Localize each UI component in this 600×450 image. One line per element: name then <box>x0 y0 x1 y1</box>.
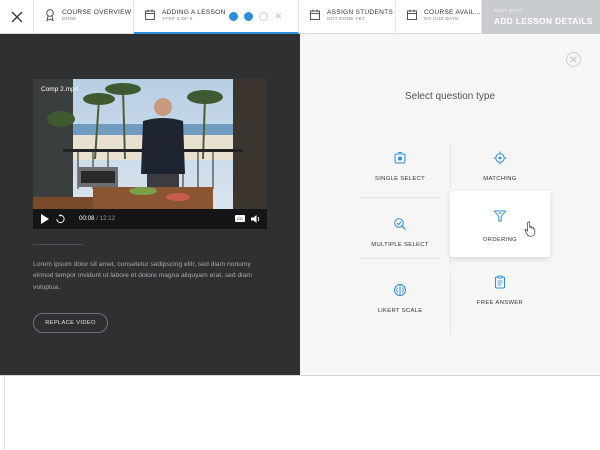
close-icon <box>11 11 22 23</box>
clipboard-icon <box>495 275 505 289</box>
video-title: Comp 2.mp4 <box>41 86 79 93</box>
step-subtitle: STEP 2 OF 6 <box>162 17 193 22</box>
video-player[interactable]: Comp 2.mp4 00:08 / 12:12 CC <box>33 79 267 229</box>
step-course-overview[interactable]: COURSE OVERVIEW DONE <box>34 0 134 34</box>
current-time: 00:08 <box>79 215 95 222</box>
next-step-label: ADD LESSON DETAILS <box>494 16 593 26</box>
progress-dots: ✕ <box>229 12 283 21</box>
hand-cursor-icon <box>524 221 536 237</box>
close-icon <box>570 56 577 63</box>
step-title: COURSE AVAIL... <box>424 9 481 16</box>
calendar-icon <box>310 9 320 20</box>
option-label: FREE ANSWER <box>476 300 524 306</box>
progress-dot-filled <box>244 12 253 21</box>
close-wizard-button[interactable] <box>0 0 34 34</box>
option-label: MULTIPLE SELECT <box>371 242 429 248</box>
next-step-button[interactable]: NEXT STEP ADD LESSON DETAILS <box>482 0 600 34</box>
question-type-panel: Select question type SINGLE SELECT MATCH… <box>300 34 600 375</box>
close-icon[interactable]: ✕ <box>274 12 283 21</box>
step-assign-students[interactable]: ASSIGN STUDENTS NOT DONE YET <box>299 0 396 34</box>
captions-button[interactable]: CC <box>235 215 245 222</box>
single-select-icon <box>394 152 406 164</box>
progress-dot-empty <box>259 12 268 21</box>
multiple-select-icon <box>394 218 406 230</box>
step-course-availability[interactable]: COURSE AVAIL... NO DUE DATE <box>396 0 482 34</box>
option-multiple-select[interactable]: MULTIPLE SELECT <box>350 206 450 272</box>
crosshair-icon <box>493 151 507 165</box>
option-label: MATCHING <box>483 176 517 182</box>
option-single-select[interactable]: SINGLE SELECT <box>350 140 450 206</box>
video-controls: 00:08 / 12:12 CC <box>33 209 267 229</box>
option-label: LIKERT SCALE <box>377 308 423 314</box>
wizard-header: COURSE OVERVIEW DONE ADDING A LESSON STE… <box>0 0 600 34</box>
duration: 12:12 <box>99 215 116 222</box>
next-step-caption: NEXT STEP <box>494 8 523 13</box>
step-subtitle: NO DUE DATE <box>424 17 459 22</box>
step-subtitle: DONE <box>62 17 77 22</box>
app-window: COURSE OVERVIEW DONE ADDING A LESSON STE… <box>0 0 600 450</box>
close-panel-button[interactable] <box>566 52 581 67</box>
calendar-icon <box>407 9 417 20</box>
replace-video-button[interactable]: REPLACE VIDEO <box>33 313 108 333</box>
option-label: SINGLE SELECT <box>374 176 426 182</box>
divider <box>33 244 83 245</box>
progress-dot-filled <box>229 12 238 21</box>
rewind-icon[interactable] <box>55 214 66 224</box>
volume-icon[interactable] <box>251 214 261 224</box>
panel-title: Select question type <box>404 91 496 102</box>
scroll-edge <box>0 376 5 450</box>
step-title: ADDING A LESSON <box>162 9 226 16</box>
option-likert-scale[interactable]: LIKERT SCALE <box>350 272 450 338</box>
step-title: ASSIGN STUDENTS <box>327 9 394 16</box>
step-subtitle: NOT DONE YET <box>327 17 366 22</box>
calendar-icon <box>145 9 155 20</box>
video-panel: Comp 2.mp4 00:08 / 12:12 CC Lorem ipsum … <box>0 34 300 375</box>
lesson-description: Lorem ipsum dolor sit amet, consetetur s… <box>33 261 252 291</box>
scale-icon <box>394 284 406 296</box>
video-frame <box>33 79 267 229</box>
divider <box>0 375 600 376</box>
step-adding-lesson[interactable]: ADDING A LESSON STEP 2 OF 6 ✕ <box>134 0 299 34</box>
option-free-answer[interactable]: FREE ANSWER <box>450 272 550 338</box>
step-title: COURSE OVERVIEW <box>62 9 132 16</box>
option-label: ORDERING <box>482 237 518 243</box>
video-time: 00:08 / 12:12 <box>79 215 115 222</box>
funnel-icon <box>493 210 507 222</box>
play-icon[interactable] <box>41 214 49 224</box>
ribbon-icon <box>46 9 54 21</box>
